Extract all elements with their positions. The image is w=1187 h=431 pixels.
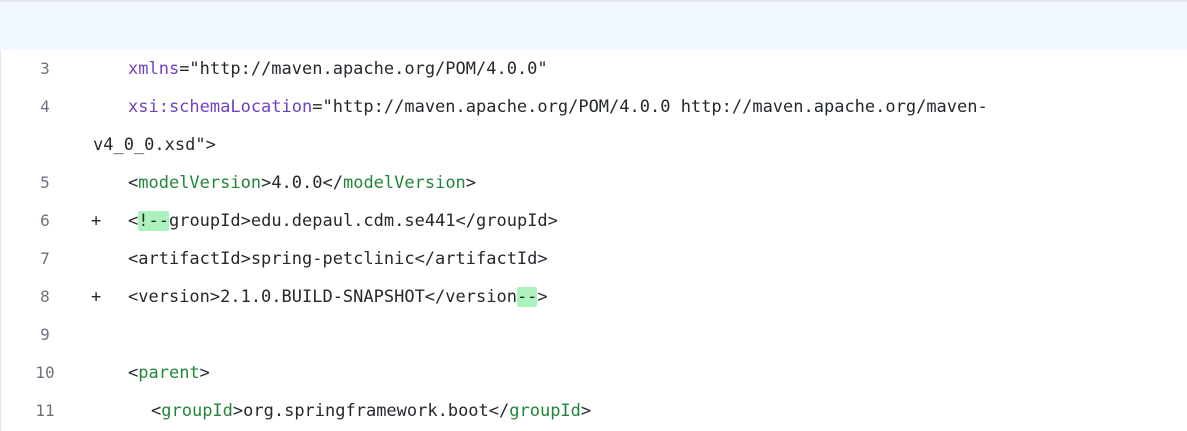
code-text: <parent> <box>128 354 210 392</box>
code-token: > <box>537 287 548 307</box>
code-text: <artifactId>spring-petclinic</artifactId… <box>128 240 548 278</box>
code-token: > <box>465 173 477 193</box>
code-token: ="http://maven.apache.org/POM/4.0.0 http… <box>312 97 988 117</box>
code-token: < <box>128 363 139 383</box>
code-text: <version>2.1.0.BUILD-SNAPSHOT</version--… <box>128 278 548 316</box>
code-token: >org.springframework.boot</ <box>232 401 510 421</box>
addition-marker: + <box>91 211 102 231</box>
hunk-header <box>0 0 1187 50</box>
code-token: groupId>edu.depaul.cdm.se441</groupId> <box>168 211 558 231</box>
code-token: <artifactId>spring-petclinic</artifactId… <box>128 249 548 269</box>
code-token: < <box>128 173 139 193</box>
inline-change-highlight: !-- <box>138 211 169 231</box>
code-token: > <box>580 401 592 421</box>
code-token: > <box>199 363 210 383</box>
inline-change-highlight: -- <box>516 287 538 307</box>
diff-view: 3 xmlns="http://maven.apache.org/POM/4.0… <box>0 50 1187 431</box>
code-token: modelVersion <box>342 173 466 193</box>
code-text-wrapped: v4_0_0.xsd"> <box>93 135 216 155</box>
code-token: groupId <box>509 401 581 421</box>
code-text: <groupId>org.springframework.boot</group… <box>151 392 591 430</box>
code-token: >4.0.0</ <box>261 173 343 193</box>
code-text: <modelVersion>4.0.0</modelVersion> <box>128 164 476 202</box>
code-text: xsi:schemaLocation="http://maven.apache.… <box>128 88 988 126</box>
code-token: modelVersion <box>138 173 262 193</box>
addition-marker: + <box>91 287 102 307</box>
code-text: xmlns="http://maven.apache.org/POM/4.0.0… <box>128 50 548 88</box>
code-token: parent <box>138 363 200 383</box>
code-token: < <box>151 401 162 421</box>
code-token: xsi:schemaLocation <box>128 97 313 117</box>
code-token: ="http://maven.apache.org/POM/4.0.0" <box>179 59 548 79</box>
code-token: groupId <box>161 401 233 421</box>
code-token: <version>2.1.0.BUILD-SNAPSHOT</version <box>128 287 517 307</box>
code-token: xmlns <box>128 59 180 79</box>
code-token: < <box>128 211 139 231</box>
code-text: <!--groupId>edu.depaul.cdm.se441</groupI… <box>128 202 558 240</box>
